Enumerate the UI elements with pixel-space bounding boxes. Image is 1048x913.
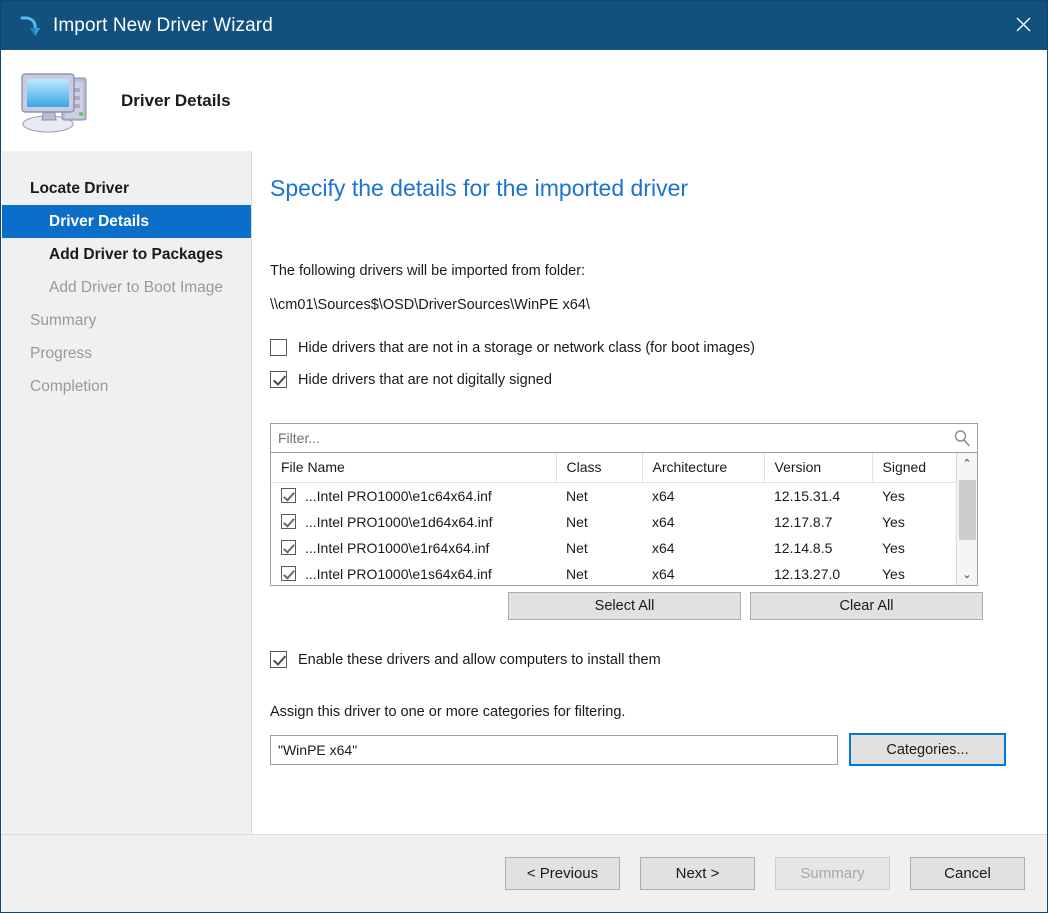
driver-version: 12.13.27.0 xyxy=(764,561,872,586)
driver-signed: Yes xyxy=(872,482,956,509)
categories-field[interactable] xyxy=(270,735,838,765)
driver-class: Net xyxy=(556,482,642,509)
table-row[interactable]: ...Intel PRO1000\e1s64x64.inf Net x64 12… xyxy=(271,561,956,586)
sidebar-item-add-driver-to-packages[interactable]: Add Driver to Packages xyxy=(2,238,251,271)
window-title: Import New Driver Wizard xyxy=(53,15,273,37)
table-row[interactable]: ...Intel PRO1000\e1d64x64.inf Net x64 12… xyxy=(271,509,956,535)
driver-arch: x64 xyxy=(642,509,764,535)
row-checkbox[interactable] xyxy=(281,514,296,529)
checkbox-label: Enable these drivers and allow computers… xyxy=(298,652,661,668)
table-row[interactable]: ...Intel PRO1000\e1r64x64.inf Net x64 12… xyxy=(271,535,956,561)
driver-file-cell[interactable]: ...Intel PRO1000\e1r64x64.inf xyxy=(271,535,556,561)
row-checkbox[interactable] xyxy=(281,540,296,555)
column-header-signed[interactable]: Signed xyxy=(872,453,956,482)
column-header-class[interactable]: Class xyxy=(556,453,642,482)
driver-file-cell[interactable]: ...Intel PRO1000\e1d64x64.inf xyxy=(271,509,556,535)
driver-arch: x64 xyxy=(642,535,764,561)
categories-input[interactable] xyxy=(271,741,837,759)
filter-input[interactable] xyxy=(271,429,947,447)
filter-bar[interactable] xyxy=(270,423,978,453)
driver-version: 12.15.31.4 xyxy=(764,482,872,509)
wizard-footer: < Previous Next > Summary Cancel xyxy=(1,834,1047,912)
driver-signed: Yes xyxy=(872,561,956,586)
driver-signed: Yes xyxy=(872,509,956,535)
driver-class: Net xyxy=(556,509,642,535)
assign-categories-label: Assign this driver to one or more catego… xyxy=(270,704,625,720)
scrollbar-track[interactable] xyxy=(957,474,977,564)
table-header-row: File Name Class Architecture Version Sig… xyxy=(271,453,956,482)
page-title: Driver Details xyxy=(121,91,231,111)
driver-signed: Yes xyxy=(872,535,956,561)
pane-heading: Specify the details for the imported dri… xyxy=(270,175,688,202)
table-row[interactable]: ...Intel PRO1000\e1c64x64.inf Net x64 12… xyxy=(271,482,956,509)
folder-path-text: \\cm01\Sources$\OSD\DriverSources\WinPE … xyxy=(270,297,590,313)
summary-button: Summary xyxy=(775,857,890,890)
computer-icon xyxy=(18,66,94,136)
driver-file-cell[interactable]: ...Intel PRO1000\e1c64x64.inf xyxy=(271,483,556,509)
main-pane: Specify the details for the imported dri… xyxy=(252,151,1046,912)
column-header-architecture[interactable]: Architecture xyxy=(642,453,764,482)
scroll-up-icon[interactable]: ⌃ xyxy=(957,453,977,474)
driver-class: Net xyxy=(556,535,642,561)
driver-arch: x64 xyxy=(642,482,764,509)
clear-all-button[interactable]: Clear All xyxy=(750,592,983,620)
driver-file-name: ...Intel PRO1000\e1d64x64.inf xyxy=(305,514,493,530)
driver-list-view[interactable]: File Name Class Architecture Version Sig… xyxy=(270,453,978,586)
wizard-step-nav: Locate Driver Driver Details Add Driver … xyxy=(2,151,252,912)
sidebar-item-driver-details[interactable]: Driver Details xyxy=(2,205,251,238)
scrollbar-thumb[interactable] xyxy=(959,480,976,540)
import-arrow-icon xyxy=(12,9,46,43)
wizard-body: Locate Driver Driver Details Add Driver … xyxy=(2,151,1046,912)
checkbox-hide-non-storage-network[interactable]: Hide drivers that are not in a storage o… xyxy=(270,339,755,356)
select-all-button[interactable]: Select All xyxy=(508,592,741,620)
sidebar-item-completion[interactable]: Completion xyxy=(2,370,251,403)
checkbox-label: Hide drivers that are not digitally sign… xyxy=(298,372,552,388)
checkbox-hide-unsigned[interactable]: Hide drivers that are not digitally sign… xyxy=(270,371,552,388)
intro-text: The following drivers will be imported f… xyxy=(270,263,585,279)
next-button[interactable]: Next > xyxy=(640,857,755,890)
checkbox-box[interactable] xyxy=(270,651,287,668)
sidebar-item-locate-driver[interactable]: Locate Driver xyxy=(2,172,251,205)
driver-file-name: ...Intel PRO1000\e1s64x64.inf xyxy=(305,566,492,582)
driver-list-body[interactable]: File Name Class Architecture Version Sig… xyxy=(271,453,956,585)
wizard-header: Driver Details xyxy=(2,50,1046,151)
list-vertical-scrollbar[interactable]: ⌃ ⌄ xyxy=(956,453,977,585)
checkbox-box[interactable] xyxy=(270,371,287,388)
sidebar-item-add-driver-to-boot-image[interactable]: Add Driver to Boot Image xyxy=(2,271,251,304)
search-icon[interactable] xyxy=(947,429,977,447)
driver-version: 12.17.8.7 xyxy=(764,509,872,535)
cancel-button[interactable]: Cancel xyxy=(910,857,1025,890)
driver-class: Net xyxy=(556,561,642,586)
categories-button[interactable]: Categories... xyxy=(849,733,1006,766)
driver-table: File Name Class Architecture Version Sig… xyxy=(271,453,956,585)
row-checkbox[interactable] xyxy=(281,488,296,503)
checkbox-label: Hide drivers that are not in a storage o… xyxy=(298,340,755,356)
driver-file-name: ...Intel PRO1000\e1r64x64.inf xyxy=(305,540,489,556)
driver-version: 12.14.8.5 xyxy=(764,535,872,561)
checkbox-enable-drivers[interactable]: Enable these drivers and allow computers… xyxy=(270,651,661,668)
column-header-file-name[interactable]: File Name xyxy=(271,453,556,482)
sidebar-item-summary[interactable]: Summary xyxy=(2,304,251,337)
checkbox-box[interactable] xyxy=(270,339,287,356)
driver-arch: x64 xyxy=(642,561,764,586)
previous-button[interactable]: < Previous xyxy=(505,857,620,890)
driver-file-cell[interactable]: ...Intel PRO1000\e1s64x64.inf xyxy=(271,561,556,586)
scroll-down-icon[interactable]: ⌄ xyxy=(957,564,977,585)
import-new-driver-wizard-window: Import New Driver Wizard xyxy=(0,0,1048,913)
title-bar: Import New Driver Wizard xyxy=(1,1,1047,50)
sidebar-item-progress[interactable]: Progress xyxy=(2,337,251,370)
row-checkbox[interactable] xyxy=(281,566,296,581)
driver-file-name: ...Intel PRO1000\e1c64x64.inf xyxy=(305,488,492,504)
column-header-version[interactable]: Version xyxy=(764,453,872,482)
close-icon[interactable] xyxy=(999,1,1047,47)
